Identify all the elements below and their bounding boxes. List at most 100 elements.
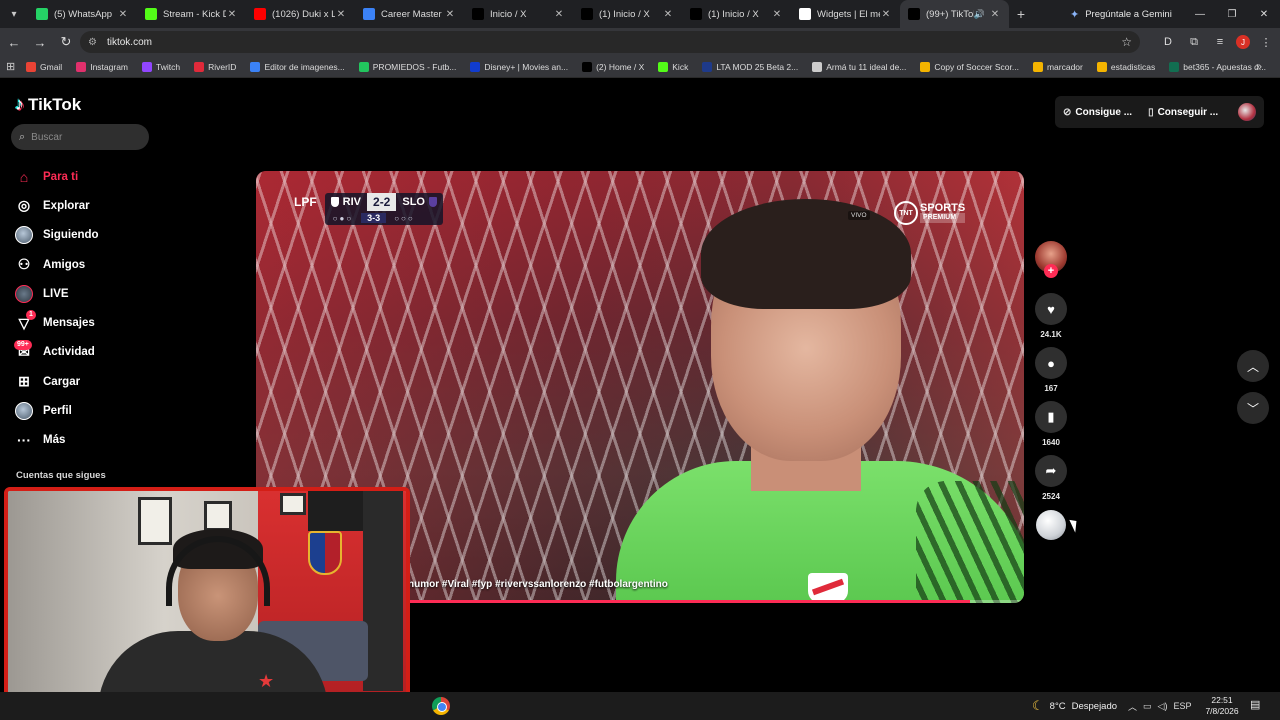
- bookmark-item[interactable]: Copy of Soccer Scor...: [920, 61, 1019, 72]
- tab-favicon-icon: [254, 8, 266, 20]
- network-icon[interactable]: ▭: [1143, 701, 1152, 712]
- comment-icon[interactable]: ●: [1035, 347, 1067, 379]
- tiktok-logo[interactable]: ♪ TikTok: [15, 94, 81, 115]
- get-coins-button[interactable]: ⊘ Consigue ...: [1063, 107, 1132, 118]
- bookmark-item[interactable]: RiverID: [194, 61, 236, 72]
- sidebar-item-mensajes[interactable]: ▽ Mensajes 1: [14, 308, 164, 337]
- user-avatar[interactable]: [1238, 103, 1256, 121]
- volume-icon[interactable]: ◁): [1158, 701, 1168, 712]
- sidebar-item-siguiendo[interactable]: Siguiendo: [14, 221, 164, 250]
- tiktok-brand: TikTok: [28, 94, 82, 114]
- sidebar-item-live[interactable]: LIVE: [14, 279, 164, 308]
- creator-avatar[interactable]: +: [1035, 241, 1067, 278]
- like-action[interactable]: ♥ 24.1K: [1034, 293, 1068, 340]
- clock-date: 7/8/2026: [1205, 706, 1239, 716]
- profile-avatar-icon[interactable]: J: [1236, 35, 1250, 49]
- sidebar-item-label: Cargar: [43, 375, 81, 388]
- sidebar-item-actividad[interactable]: ✉ Actividad 99+: [14, 338, 164, 367]
- home-shield-icon: [330, 197, 339, 207]
- bookmark-item[interactable]: Editor de imagenes...: [250, 61, 345, 72]
- bookmark-item[interactable]: LTA MOD 25 Beta 2...: [702, 61, 798, 72]
- bookmark-item[interactable]: marcador: [1032, 61, 1083, 72]
- close-tab-icon[interactable]: ✕: [771, 9, 783, 20]
- bookmark-favicon-icon: [920, 61, 931, 72]
- bookmark-icon[interactable]: ▮: [1035, 401, 1067, 433]
- next-video-chevron-down-icon[interactable]: ﹀: [1237, 392, 1269, 424]
- webcam-frame-3: [280, 493, 306, 515]
- gemini-button[interactable]: ✦ Pregúntale a Gemini: [1070, 0, 1172, 28]
- bookmark-item[interactable]: Twitch: [142, 61, 180, 72]
- notification-icon[interactable]: ▤: [1250, 698, 1260, 711]
- bookmark-item[interactable]: Armá tu 11 ideal de...: [812, 61, 906, 72]
- sidebar-item-para-ti[interactable]: ⌂ Para ti: [14, 162, 164, 191]
- media-controls-icon[interactable]: ≡: [1210, 32, 1230, 52]
- comment-action[interactable]: ● 167: [1034, 347, 1068, 394]
- browser-tab[interactable]: Stream - Kick Dashboard✕: [137, 0, 246, 28]
- bookmark-item[interactable]: Gmail: [26, 61, 62, 72]
- heart-icon[interactable]: ♥: [1035, 293, 1067, 325]
- search-input[interactable]: [31, 131, 132, 143]
- browser-tab[interactable]: Inicio / X ✕: [464, 0, 573, 28]
- close-tab-icon[interactable]: ✕: [662, 9, 674, 20]
- chrome-menu-icon[interactable]: ⋮: [1256, 32, 1276, 52]
- back-arrow-icon[interactable]: ←: [2, 30, 26, 54]
- sidebar-item-cargar[interactable]: ⊞ Cargar: [14, 367, 164, 396]
- sidebar-item-más[interactable]: ··· Más: [14, 426, 164, 455]
- chrome-taskbar-icon[interactable]: [432, 697, 450, 715]
- sidebar-item-perfil[interactable]: Perfil: [14, 396, 164, 425]
- follow-plus-icon[interactable]: +: [1044, 264, 1058, 278]
- bookmark-item[interactable]: Disney+ | Movies an...: [470, 61, 568, 72]
- extension-d-icon[interactable]: D: [1158, 32, 1178, 52]
- save-action[interactable]: ▮ 1640: [1034, 401, 1068, 448]
- system-clock[interactable]: 22:51 7/8/2026: [1202, 695, 1242, 717]
- browser-tab[interactable]: (1) Inicio / X ✕: [682, 0, 791, 28]
- bookmark-star-icon[interactable]: ☆: [1121, 35, 1132, 49]
- bookmark-item[interactable]: (2) Home / X: [582, 61, 644, 72]
- close-tab-icon[interactable]: ✕: [226, 9, 238, 20]
- bookmark-item[interactable]: Kick: [658, 61, 688, 72]
- previous-video-chevron-up-icon[interactable]: ︿: [1237, 350, 1269, 382]
- bookmark-item[interactable]: PROMIEDOS - Futb...: [358, 61, 456, 72]
- bookmark-item[interactable]: Instagram: [76, 61, 128, 72]
- new-tab-button[interactable]: +: [1009, 6, 1033, 22]
- browser-tab[interactable]: (5) WhatsApp ✕: [28, 0, 137, 28]
- address-bar[interactable]: ⚙ tiktok.com ☆: [80, 31, 1140, 53]
- close-tab-icon[interactable]: ✕: [444, 9, 456, 20]
- close-tab-icon[interactable]: ✕: [989, 9, 1001, 20]
- close-tab-icon[interactable]: ✕: [117, 9, 129, 20]
- browser-tab[interactable]: Career Master 10✕: [355, 0, 464, 28]
- sidebar-item-explorar[interactable]: ◎ Explorar: [14, 191, 164, 220]
- browser-tab[interactable]: (99+) TikTok 🔊 ✕: [900, 0, 1009, 28]
- site-info-icon[interactable]: ⚙: [88, 37, 97, 48]
- browser-tab[interactable]: Widgets | El mejor✕: [791, 0, 900, 28]
- get-app-button[interactable]: ▯ Conseguir ...: [1148, 107, 1218, 118]
- share-action[interactable]: ➦ 2524: [1034, 455, 1068, 502]
- close-tab-icon[interactable]: ✕: [553, 9, 565, 20]
- music-disc-icon[interactable]: [1036, 510, 1066, 540]
- share-arrow-icon[interactable]: ➦: [1035, 455, 1067, 487]
- close-tab-icon[interactable]: ✕: [880, 9, 892, 20]
- apps-grid-icon[interactable]: ⊞: [6, 60, 26, 73]
- close-window-icon[interactable]: ✕: [1248, 0, 1280, 28]
- forward-arrow-icon[interactable]: →: [28, 30, 52, 54]
- browser-tab[interactable]: (1) Inicio / X ✕: [573, 0, 682, 28]
- tab-search-chevron-icon[interactable]: ▾: [0, 0, 28, 28]
- bookmark-item[interactable]: estadisticas: [1096, 61, 1155, 72]
- minimize-icon[interactable]: —: [1184, 0, 1216, 28]
- bookmarks-overflow-icon[interactable]: »: [1256, 56, 1262, 78]
- bookmark-item[interactable]: bet365 - Apuestas d...: [1169, 61, 1266, 72]
- browser-tab[interactable]: (1026) Duki x Luck Ra✕: [246, 0, 355, 28]
- action-rail: + ♥ 24.1K ● 167 ▮ 1640 ➦ 2524: [1034, 241, 1068, 540]
- language-indicator[interactable]: ESP: [1173, 701, 1191, 711]
- video-caption[interactable]: humor #Viral #fyp #rivervssanlorenzo #fu…: [408, 579, 668, 590]
- close-tab-icon[interactable]: ✕: [335, 9, 347, 20]
- tray-chevron-icon[interactable]: ︿: [1128, 700, 1137, 713]
- sidebar-item-label: Explorar: [43, 199, 90, 212]
- restore-icon[interactable]: ❐: [1216, 0, 1248, 28]
- search-box[interactable]: ⌕: [11, 124, 149, 150]
- reload-icon[interactable]: ↻: [54, 30, 78, 54]
- tab-audio-icon[interactable]: 🔊: [974, 9, 985, 20]
- weather-widget[interactable]: ☾ 8°C Despejado: [1032, 692, 1117, 720]
- sidebar-item-amigos[interactable]: ⚇ Amigos: [14, 250, 164, 279]
- extensions-puzzle-icon[interactable]: ⧉: [1184, 32, 1204, 52]
